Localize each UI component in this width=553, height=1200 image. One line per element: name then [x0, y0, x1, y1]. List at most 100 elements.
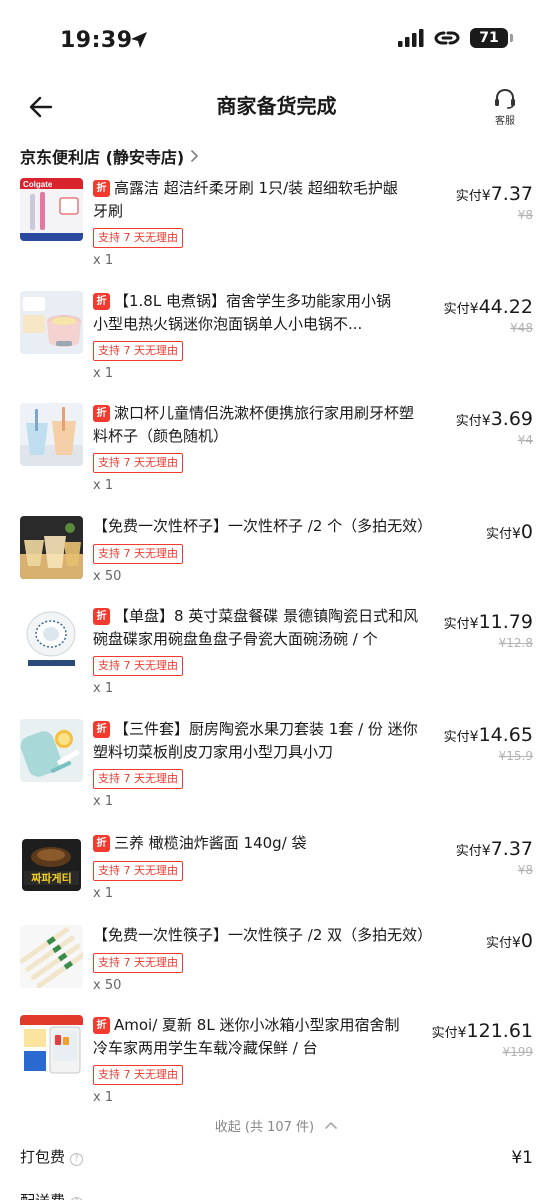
price-value: 11.79	[478, 611, 533, 633]
price-prefix: 实付	[455, 189, 482, 204]
currency-symbol: ¥	[481, 188, 491, 204]
product-title-line2: 小型电热火锅迷你泡面锅单人小电锅不...	[93, 315, 363, 333]
product-title-line2: 牙刷	[93, 202, 124, 220]
price-value: 0	[520, 521, 533, 543]
help-circle-icon[interactable]: ?	[70, 1153, 84, 1166]
discount-tag: 折	[93, 1017, 110, 1034]
price-block: 实付¥44.22 ¥48	[444, 296, 533, 335]
price-value: 121.61	[466, 1020, 533, 1042]
currency-symbol: ¥	[457, 1025, 467, 1041]
battery-indicator: 71	[470, 28, 513, 48]
fee-label: 打包费?	[20, 1146, 84, 1167]
product-image[interactable]	[20, 403, 83, 466]
price-value: 44.22	[478, 296, 533, 318]
discount-tag: 折	[93, 180, 110, 197]
link-icon	[434, 31, 460, 45]
fee-label: 配送费?	[20, 1190, 84, 1200]
product-image[interactable]: Colgate	[20, 178, 83, 241]
price-prefix: 实付	[455, 414, 482, 429]
price-prefix: 实付	[443, 730, 470, 745]
item-quantity: x 1	[93, 794, 114, 809]
discount-tag: 折	[93, 608, 110, 625]
discount-tag: 折	[93, 835, 110, 852]
price-block: 实付¥0	[486, 521, 533, 543]
product-title-line1: 【免费一次性筷子】一次性筷子 /2 双（多拍无效）	[93, 926, 433, 944]
product-title[interactable]: 【免费一次性杯子】一次性杯子 /2 个（多拍无效）	[93, 515, 432, 538]
return-policy-badge: 支持 7 天无理由	[93, 453, 183, 473]
product-title-line1: 三养 橄榄油炸酱面 140g/ 袋	[114, 834, 307, 852]
price-block: 实付¥0	[486, 930, 533, 952]
price-value: 7.37	[490, 838, 533, 860]
battery-level: 71	[479, 30, 499, 46]
currency-symbol: ¥	[469, 616, 479, 632]
product-image[interactable]	[20, 1015, 83, 1078]
return-policy-badge: 支持 7 天无理由	[93, 769, 183, 789]
original-price: ¥8	[517, 863, 533, 877]
return-policy-badge: 支持 7 天无理由	[93, 228, 183, 248]
item-quantity: x 1	[93, 1090, 114, 1105]
discount-tag: 折	[93, 721, 110, 738]
product-image[interactable]: 짜파게티	[20, 833, 83, 896]
status-bar: 19:39 71	[0, 0, 553, 80]
signal-icon	[398, 29, 424, 47]
product-title[interactable]: 折漱口杯儿童情侣洗漱杯便携旅行家用刷牙杯塑	[93, 402, 414, 425]
return-policy-badge: 支持 7 天无理由	[93, 861, 183, 881]
price-prefix: 实付	[431, 1026, 458, 1041]
currency-symbol: ¥	[481, 843, 491, 859]
toothbrush-image: Colgate	[20, 178, 83, 241]
paid-price: 实付¥14.65	[444, 724, 533, 746]
currency-symbol: ¥	[469, 301, 479, 317]
product-title[interactable]: 【免费一次性筷子】一次性筷子 /2 双（多拍无效）	[93, 924, 432, 947]
page-header: 商家备货完成 客服	[0, 82, 553, 132]
fee-label-text: 配送费	[20, 1192, 65, 1200]
price-block: 实付¥14.65 ¥15.9	[444, 724, 533, 763]
status-indicators: 71	[398, 28, 513, 48]
collapse-items-button[interactable]: 收起 (共 107 件)	[0, 1116, 553, 1135]
product-title-line2: 冷车家两用学生车载冷藏保鲜 / 台	[93, 1039, 318, 1057]
paid-price: 实付¥44.22	[444, 296, 533, 318]
chevron-right-icon	[191, 150, 199, 162]
store-link[interactable]: 京东便利店 (静安寺店)	[20, 144, 200, 168]
delivery-fee-row: 配送费?	[20, 1190, 533, 1200]
product-title[interactable]: 折 Amoi/ 夏新 8L 迷你小冰箱小型家用宿舍制	[93, 1014, 399, 1037]
product-image[interactable]	[20, 291, 83, 354]
product-image[interactable]	[20, 516, 83, 579]
chevron-up-icon	[325, 1122, 338, 1129]
knife-set-image	[20, 719, 83, 782]
price-block: 实付¥7.37 ¥8	[456, 183, 533, 222]
product-title-line1: 【三件套】厨房陶瓷水果刀套装 1套 / 份 迷你	[114, 720, 418, 738]
paid-price: 实付¥7.37	[456, 838, 533, 860]
item-quantity: x 1	[93, 886, 114, 901]
product-title[interactable]: 折【单盘】8 英寸菜盘餐碟 景德镇陶瓷日式和风	[93, 605, 418, 628]
currency-symbol: ¥	[511, 526, 521, 542]
discount-tag: 折	[93, 405, 110, 422]
original-price: ¥4	[517, 433, 533, 447]
product-title[interactable]: 折【三件套】厨房陶瓷水果刀套装 1套 / 份 迷你	[93, 718, 418, 741]
return-policy-badge: 支持 7 天无理由	[93, 341, 183, 361]
product-title-line1: 【1.8L 电煮锅】宿舍学生多功能家用小锅	[114, 292, 391, 310]
electric-pot-image	[20, 291, 83, 354]
customer-service-button[interactable]: 客服	[485, 88, 525, 127]
price-block: 实付¥11.79 ¥12.8	[444, 611, 533, 650]
paid-price: 实付¥121.61	[432, 1020, 533, 1042]
price-value: 3.69	[490, 408, 533, 430]
product-image[interactable]	[20, 719, 83, 782]
product-image[interactable]	[20, 606, 83, 669]
customer-service-label: 客服	[495, 116, 515, 127]
rinse-cup-image	[20, 403, 83, 466]
price-prefix: 实付	[485, 936, 512, 951]
paid-price: 实付¥0	[486, 521, 533, 543]
return-policy-badge: 支持 7 天无理由	[93, 656, 183, 676]
product-title-line2: 塑料切菜板削皮刀家用小型刀具小刀	[93, 743, 334, 761]
product-title[interactable]: 折【1.8L 电煮锅】宿舍学生多功能家用小锅	[93, 290, 391, 313]
noodle-pack-image: 짜파게티	[20, 833, 83, 896]
paid-price: 实付¥3.69	[456, 408, 533, 430]
product-image[interactable]	[20, 925, 83, 988]
product-title-line1: Amoi/ 夏新 8L 迷你小冰箱小型家用宿舍制	[114, 1016, 400, 1034]
original-price: ¥199	[502, 1045, 533, 1059]
product-title-line1: 漱口杯儿童情侣洗漱杯便携旅行家用刷牙杯塑	[114, 404, 415, 422]
product-title-line2: 碗盘碟家用碗盘鱼盘子骨瓷大面碗汤碗 / 个	[93, 630, 378, 648]
product-title[interactable]: 折三养 橄榄油炸酱面 140g/ 袋	[93, 832, 307, 855]
product-title[interactable]: 折高露洁 超洁纤柔牙刷 1只/装 超细软毛护龈	[93, 177, 398, 200]
item-quantity: x 1	[93, 681, 114, 696]
